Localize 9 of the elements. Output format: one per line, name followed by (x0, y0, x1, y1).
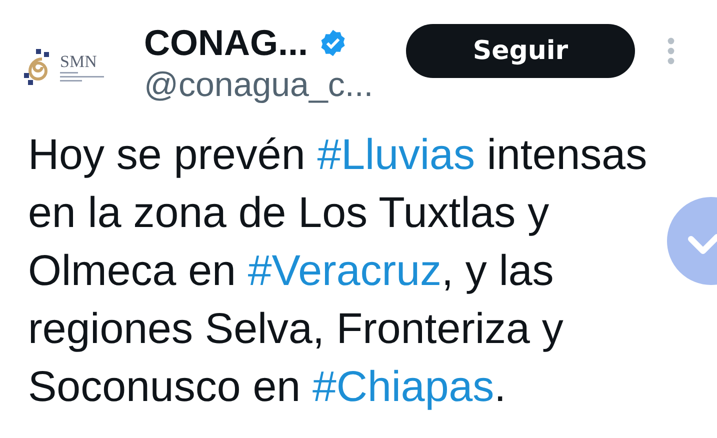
account-name[interactable]: CONAG... (144, 23, 308, 63)
hashtag-link[interactable]: #Chiapas (312, 363, 494, 411)
more-options-icon[interactable] (667, 37, 675, 65)
logo-text: SMN (60, 52, 98, 70)
hashtag-link[interactable]: #Lluvias (317, 131, 475, 179)
tweet-text: Hoy se prevén #Lluvias intensas en la zona de Los Tuxtlas y Olmeca en #Veracruz, y las regiones Selva, Fronteriza y Soconusco en #Chiapas. (28, 130, 648, 413)
account-handle[interactable]: @conagua_c... (144, 63, 384, 107)
hashtag-link[interactable]: #Veracruz (248, 247, 442, 295)
follow-button[interactable]: Seguir (406, 24, 635, 78)
